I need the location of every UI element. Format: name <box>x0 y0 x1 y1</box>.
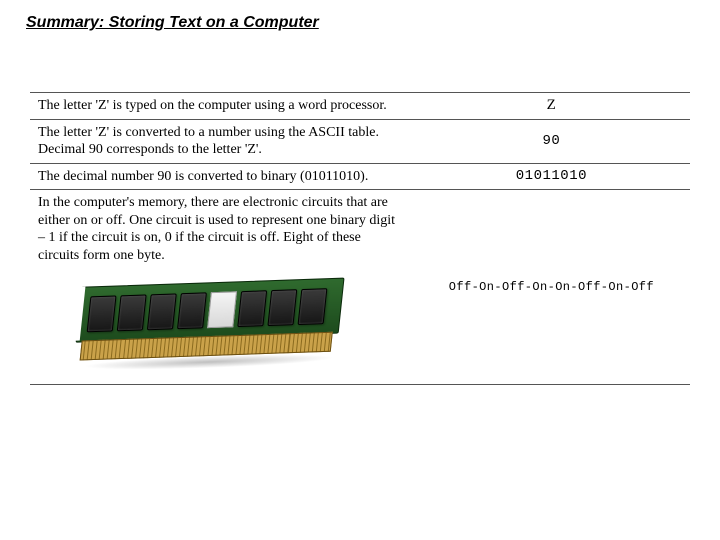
step-value: 01011010 <box>413 163 690 190</box>
step-value: 90 <box>413 119 690 163</box>
table-row: The letter 'Z' is typed on the computer … <box>30 93 690 120</box>
step-value: Z <box>413 93 690 120</box>
step-description: The letter 'Z' is typed on the computer … <box>30 93 413 120</box>
memory-module-image <box>72 265 354 374</box>
step-text: In the computer's memory, there are elec… <box>38 194 405 264</box>
page-title: Summary: Storing Text on a Computer <box>26 14 696 32</box>
table-row: The decimal number 90 is converted to bi… <box>30 163 690 190</box>
table-row: The letter 'Z' is converted to a number … <box>30 119 690 163</box>
step-value: Off-On-Off-On-On-Off-On-Off <box>413 190 690 385</box>
table-row: In the computer's memory, there are elec… <box>30 190 690 385</box>
step-description: The letter 'Z' is converted to a number … <box>30 119 413 163</box>
step-description: The decimal number 90 is converted to bi… <box>30 163 413 190</box>
summary-table: The letter 'Z' is typed on the computer … <box>30 92 690 385</box>
step-description: In the computer's memory, there are elec… <box>30 190 413 385</box>
